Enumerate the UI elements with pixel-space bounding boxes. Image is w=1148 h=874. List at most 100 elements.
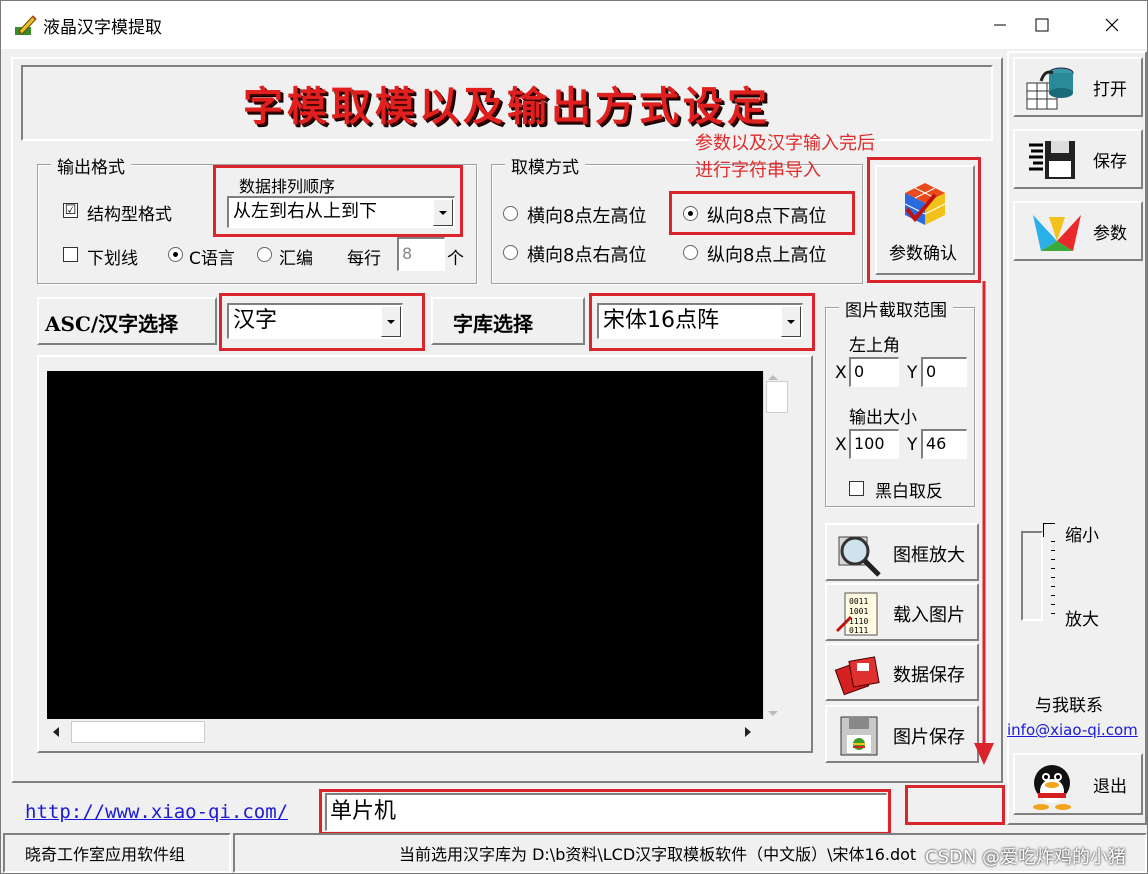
maximize-icon <box>1035 18 1049 32</box>
save-data-button[interactable]: 数据保存 <box>825 643 979 701</box>
mode-radio-0[interactable] <box>503 206 518 221</box>
close-button[interactable] <box>1083 1 1141 49</box>
open-label: 打开 <box>1093 79 1127 100</box>
per-line-label: 每行 <box>347 249 381 269</box>
zoom-slider-thumb[interactable] <box>1043 523 1055 537</box>
highlight-mode <box>669 191 855 235</box>
save-image-button[interactable]: 图片保存 <box>825 705 979 763</box>
annotation-arrow <box>974 281 994 765</box>
preview-canvas[interactable] <box>47 371 763 719</box>
exit-button[interactable]: 退出 <box>1013 753 1143 815</box>
app-pencil-icon <box>15 15 37 35</box>
contact-label: 与我联系 <box>1035 696 1103 716</box>
highlight-confirm <box>867 157 981 283</box>
vertical-scroll-thumb[interactable] <box>766 381 788 413</box>
invert-checkbox[interactable] <box>849 481 864 496</box>
shrink-label: 缩小 <box>1065 526 1099 546</box>
y-label: Y <box>907 363 918 383</box>
enlarge-label: 放大 <box>1065 610 1099 630</box>
horizontal-scrollbar[interactable] <box>47 719 763 745</box>
output-format-legend: 输出格式 <box>51 153 131 178</box>
h-y-label: Y <box>907 435 918 455</box>
open-button[interactable]: 打开 <box>1013 57 1143 117</box>
mode-label-3: 纵向8点上高位 <box>707 245 827 266</box>
mode-legend: 取模方式 <box>505 153 585 178</box>
save-image-label: 图片保存 <box>893 727 965 748</box>
save-data-label: 数据保存 <box>893 665 965 686</box>
struct-format-checkbox[interactable]: ☑ <box>63 203 78 218</box>
highlight-font <box>589 293 815 351</box>
struct-format-label: 结构型格式 <box>87 205 172 225</box>
status-right-text: 当前选用汉字库为 D:\b资料\LCD汉字取模板软件（中文版）\宋体16.dot <box>399 845 917 864</box>
highlight-target <box>905 785 1005 825</box>
save-label: 保存 <box>1093 151 1127 172</box>
svg-text:0111: 0111 <box>849 626 868 635</box>
x-label: X <box>835 363 847 383</box>
assembly-label: 汇编 <box>279 249 313 269</box>
params-label: 参数 <box>1093 223 1127 244</box>
per-line-input[interactable]: 8 <box>397 237 445 271</box>
scroll-up-icon[interactable] <box>768 375 778 380</box>
website-link[interactable]: http://www.xiao-qi.com/ <box>25 801 288 823</box>
zoom-frame-label: 图框放大 <box>893 545 965 566</box>
maximize-button[interactable] <box>1013 1 1071 49</box>
invert-label: 黑白取反 <box>875 482 943 502</box>
email-link[interactable]: info@xiao-qi.com <box>1007 721 1138 739</box>
highlight-order <box>213 165 463 237</box>
svg-text:1001: 1001 <box>849 607 868 616</box>
capture-range-legend: 图片截取范围 <box>839 296 953 321</box>
params-button[interactable]: 参数 <box>1013 201 1143 261</box>
c-language-label: C语言 <box>189 249 235 269</box>
scroll-down-icon[interactable] <box>768 711 778 716</box>
window-title: 液晶汉字模提取 <box>43 18 162 38</box>
colorful-leaf-icon <box>1033 215 1081 251</box>
minimize-icon <box>994 24 1006 26</box>
annotation-line1: 参数以及汉字输入完后 <box>695 133 875 154</box>
asc-label: ASC/汉字选择 <box>45 312 179 336</box>
mode-label-0: 横向8点左高位 <box>527 206 647 227</box>
zoom-slider-track[interactable] <box>1021 531 1043 621</box>
floppy-apple-icon <box>840 716 878 756</box>
svg-text:1110: 1110 <box>849 617 868 626</box>
title-bar: 液晶汉字模提取 <box>1 1 1147 49</box>
zoom-frame-button[interactable]: 图框放大 <box>825 523 979 581</box>
underline-checkbox[interactable] <box>63 247 78 262</box>
annotation-line2: 进行字符串导入 <box>695 160 821 181</box>
headline-title: 字模取模以及输出方式设定 <box>243 83 771 130</box>
output-size-label: 输出大小 <box>849 408 917 428</box>
c-language-radio[interactable] <box>168 247 183 262</box>
horizontal-scroll-thumb[interactable] <box>71 721 205 743</box>
highlight-input <box>319 789 891 835</box>
highlight-asc <box>219 293 425 351</box>
top-left-label: 左上角 <box>849 336 900 356</box>
width-input[interactable]: 100 <box>849 429 899 459</box>
mode-radio-3[interactable] <box>683 245 698 260</box>
load-image-label: 载入图片 <box>893 605 965 626</box>
w-x-label: X <box>835 435 847 455</box>
assembly-radio[interactable] <box>257 247 272 262</box>
floppy-stack-icon <box>835 656 880 696</box>
binary-document-icon: 0011 1001 1110 0111 <box>835 592 878 636</box>
x-input[interactable]: 0 <box>849 357 899 387</box>
y-input[interactable]: 0 <box>921 357 967 387</box>
save-floppy-icon <box>1029 141 1075 179</box>
vertical-scrollbar[interactable] <box>763 371 791 719</box>
close-icon <box>1105 18 1119 32</box>
magnifier-icon <box>838 536 881 577</box>
load-image-button[interactable]: 0011 1001 1110 0111 载入图片 <box>825 583 979 641</box>
per-line-unit: 个 <box>447 249 464 269</box>
database-open-icon <box>1026 67 1074 110</box>
penguin-icon <box>1033 765 1071 810</box>
app-window: 液晶汉字模提取 字模取模以及输出方式设定 输出格式 ☑ 结构型格式 下划线 C语… <box>0 0 1148 874</box>
underline-label: 下划线 <box>87 249 138 269</box>
status-left-panel: 晓奇工作室应用软件组 <box>3 833 231 873</box>
save-button[interactable]: 保存 <box>1013 129 1143 189</box>
watermark-text: CSDN @爱吃炸鸡的小猪 <box>925 847 1127 868</box>
height-input[interactable]: 46 <box>921 429 967 459</box>
mode-label-2: 横向8点右高位 <box>527 245 647 266</box>
scroll-left-icon[interactable] <box>53 727 59 737</box>
scroll-right-icon[interactable] <box>745 727 751 737</box>
status-left-text: 晓奇工作室应用软件组 <box>25 845 186 864</box>
mode-radio-2[interactable] <box>503 245 518 260</box>
exit-label: 退出 <box>1093 776 1127 797</box>
